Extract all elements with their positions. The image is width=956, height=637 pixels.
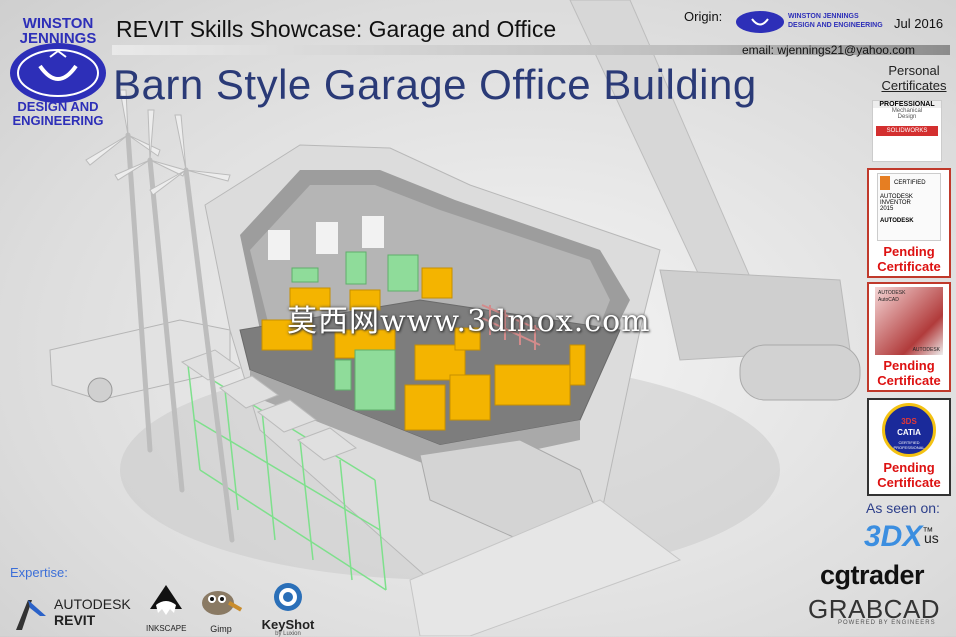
seen-on-label: As seen on: xyxy=(866,500,940,516)
company-tagline: DESIGN AND ENGINEERING xyxy=(6,100,110,128)
origin-logo-line1: WINSTON JENNINGS xyxy=(788,13,859,20)
page-title: Barn Style Garage Office Building xyxy=(113,61,757,108)
3dx-logo-text: 3DX xyxy=(864,520,923,553)
expertise-label: Expertise: xyxy=(10,565,68,580)
origin-label: Origin: xyxy=(684,9,723,24)
cert-status-line1: Pending xyxy=(883,460,935,475)
certificates-heading: Personal Certificates xyxy=(876,63,952,93)
certificate-solidworks[interactable]: PROFESSIONAL Mechanical Design SOLIDWORK… xyxy=(867,100,947,162)
inventor-icon xyxy=(880,176,890,190)
autocad-logo: AUTODESK AutoCAD AUTODESK xyxy=(875,287,943,355)
grabcad-tagline: POWERED BY ENGINEERS xyxy=(838,620,936,626)
solidworks-logo: SOLIDWORKS xyxy=(876,126,938,136)
page-subtitle: REVIT Skills Showcase: Garage and Office xyxy=(116,16,557,42)
certificates-heading-line1: Personal xyxy=(888,63,940,78)
certificate-catia[interactable]: 3DS CATIA CERTIFIED PROFESSIONAL Pending… xyxy=(867,398,951,496)
cert-line3: 2015 xyxy=(880,206,894,212)
origin-logo: WINSTON JENNINGS DESIGN AND ENGINEERING xyxy=(788,12,883,30)
company-name-line2: JENNINGS xyxy=(19,30,97,47)
cert-status: Pending Certificate xyxy=(869,244,949,274)
keyshot-icon xyxy=(274,583,302,611)
cert-vendor: SOLIDWORKS xyxy=(886,128,928,134)
certificate-autocad[interactable]: AUTODESK AutoCAD AUTODESK Pending Certif… xyxy=(867,282,951,392)
revit-label-line2: REVIT xyxy=(54,612,96,628)
cert-status-line2: Certificate xyxy=(877,475,941,490)
revit-icon xyxy=(16,600,46,630)
cert-status: Pending Certificate xyxy=(869,358,949,388)
catia-seal-icon: 3DS CATIA CERTIFIED PROFESSIONAL xyxy=(882,403,936,457)
cert-badge: CATIA xyxy=(897,428,921,437)
gimp-label: Gimp xyxy=(210,624,232,634)
cert-badge: PROFESSIONAL xyxy=(873,101,941,108)
3dx-logo[interactable]: 3DX™ xyxy=(864,520,933,554)
company-logo: WINSTON JENNINGS xyxy=(16,16,100,46)
cert-vendor: 3DS xyxy=(901,417,917,426)
company-name-line1: WINSTON xyxy=(22,15,94,32)
watermark-text: 莫西网www.3dmox.com xyxy=(287,304,651,339)
cert-status-line1: Pending xyxy=(883,358,935,373)
cert-line1: AutoCAD xyxy=(878,297,899,303)
company-tagline-line1: DESIGN AND xyxy=(17,99,99,114)
cert-vendor: AUTODESK xyxy=(912,347,940,353)
3dx-logo-suffix: us xyxy=(924,530,939,546)
tool-keyshot: KeyShot by Luxion xyxy=(258,581,318,637)
tool-revit: AUTODESK REVIT xyxy=(12,594,132,634)
cert-status: Pending Certificate xyxy=(869,460,949,490)
company-tagline-line2: ENGINEERING xyxy=(12,113,104,128)
cert-badge: CERTIFIED xyxy=(894,180,926,186)
inkscape-label: INKSCAPE xyxy=(146,624,187,633)
tool-inkscape: INKSCAPE xyxy=(146,583,186,633)
tool-gimp: Gimp xyxy=(196,583,246,634)
cert-status-line1: Pending xyxy=(883,244,935,259)
keyshot-label: KeyShot xyxy=(261,617,315,632)
gimp-icon xyxy=(202,591,243,615)
certificate-inventor[interactable]: CERTIFIED AUTODESK INVENTOR 2015 AUTODES… xyxy=(867,168,951,278)
cert-line1: CERTIFIED PROFESSIONAL xyxy=(893,440,925,450)
inkscape-icon xyxy=(150,585,182,615)
cert-vendor: AUTODESK xyxy=(880,218,914,224)
cert-status-line2: Certificate xyxy=(877,259,941,274)
cert-line2: Design xyxy=(897,114,917,120)
certificates-heading-line2: Certificates xyxy=(881,78,947,93)
revit-label-line1: AUTODESK xyxy=(54,596,131,612)
email-link[interactable]: email: wjennings21@yahoo.com xyxy=(742,43,915,57)
origin-logo-line2: DESIGN AND ENGINEERING xyxy=(788,22,883,29)
cgtrader-logo[interactable]: cgtrader xyxy=(820,560,925,591)
cert-badge: AUTODESK xyxy=(878,290,906,296)
date: Jul 2016 xyxy=(894,16,944,31)
cert-status-line2: Certificate xyxy=(877,373,941,388)
